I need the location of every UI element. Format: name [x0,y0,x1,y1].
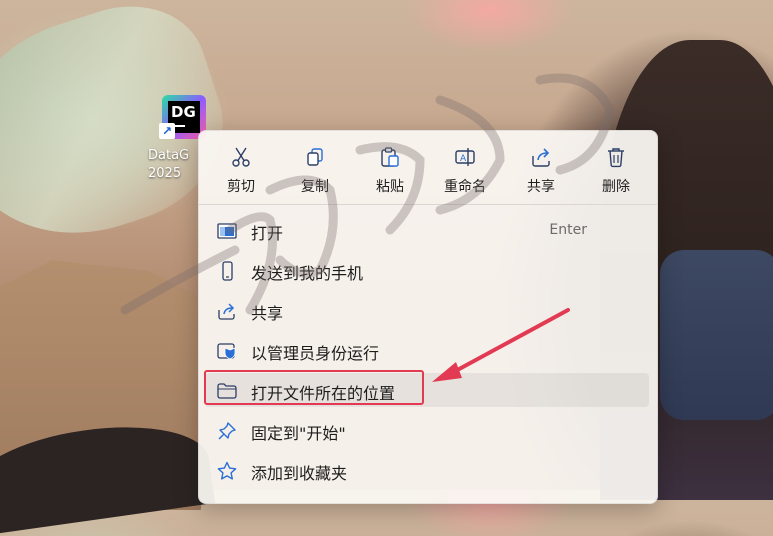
pointer-arrow-annotation [432,308,570,382]
